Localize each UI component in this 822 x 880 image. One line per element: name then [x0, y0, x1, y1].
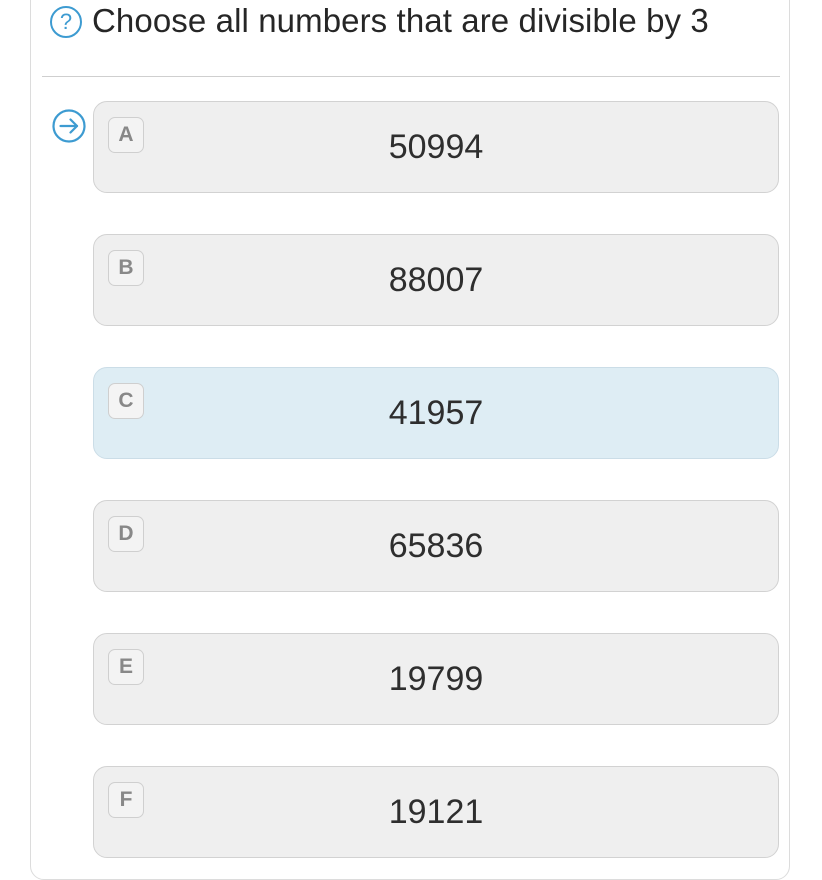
option-value: 50994 — [388, 128, 484, 166]
option-d[interactable]: D 65836 — [93, 500, 779, 592]
option-value: 41957 — [388, 394, 484, 432]
option-value: 19799 — [388, 660, 484, 698]
divider — [42, 76, 780, 77]
option-value: 88007 — [388, 261, 484, 299]
option-c[interactable]: C 41957 — [93, 367, 779, 459]
option-b[interactable]: B 88007 — [93, 234, 779, 326]
arrow-right-circle-icon — [52, 109, 86, 143]
option-e[interactable]: E 19799 — [93, 633, 779, 725]
option-value: 65836 — [388, 527, 484, 565]
question-circle-icon: ? — [50, 6, 82, 38]
question-header: ? Choose all numbers that are divisible … — [50, 2, 709, 40]
question-text: Choose all numbers that are divisible by… — [92, 2, 709, 39]
option-a[interactable]: A 50994 — [93, 101, 779, 193]
option-f[interactable]: F 19121 — [93, 766, 779, 858]
option-value: 19121 — [388, 793, 484, 831]
